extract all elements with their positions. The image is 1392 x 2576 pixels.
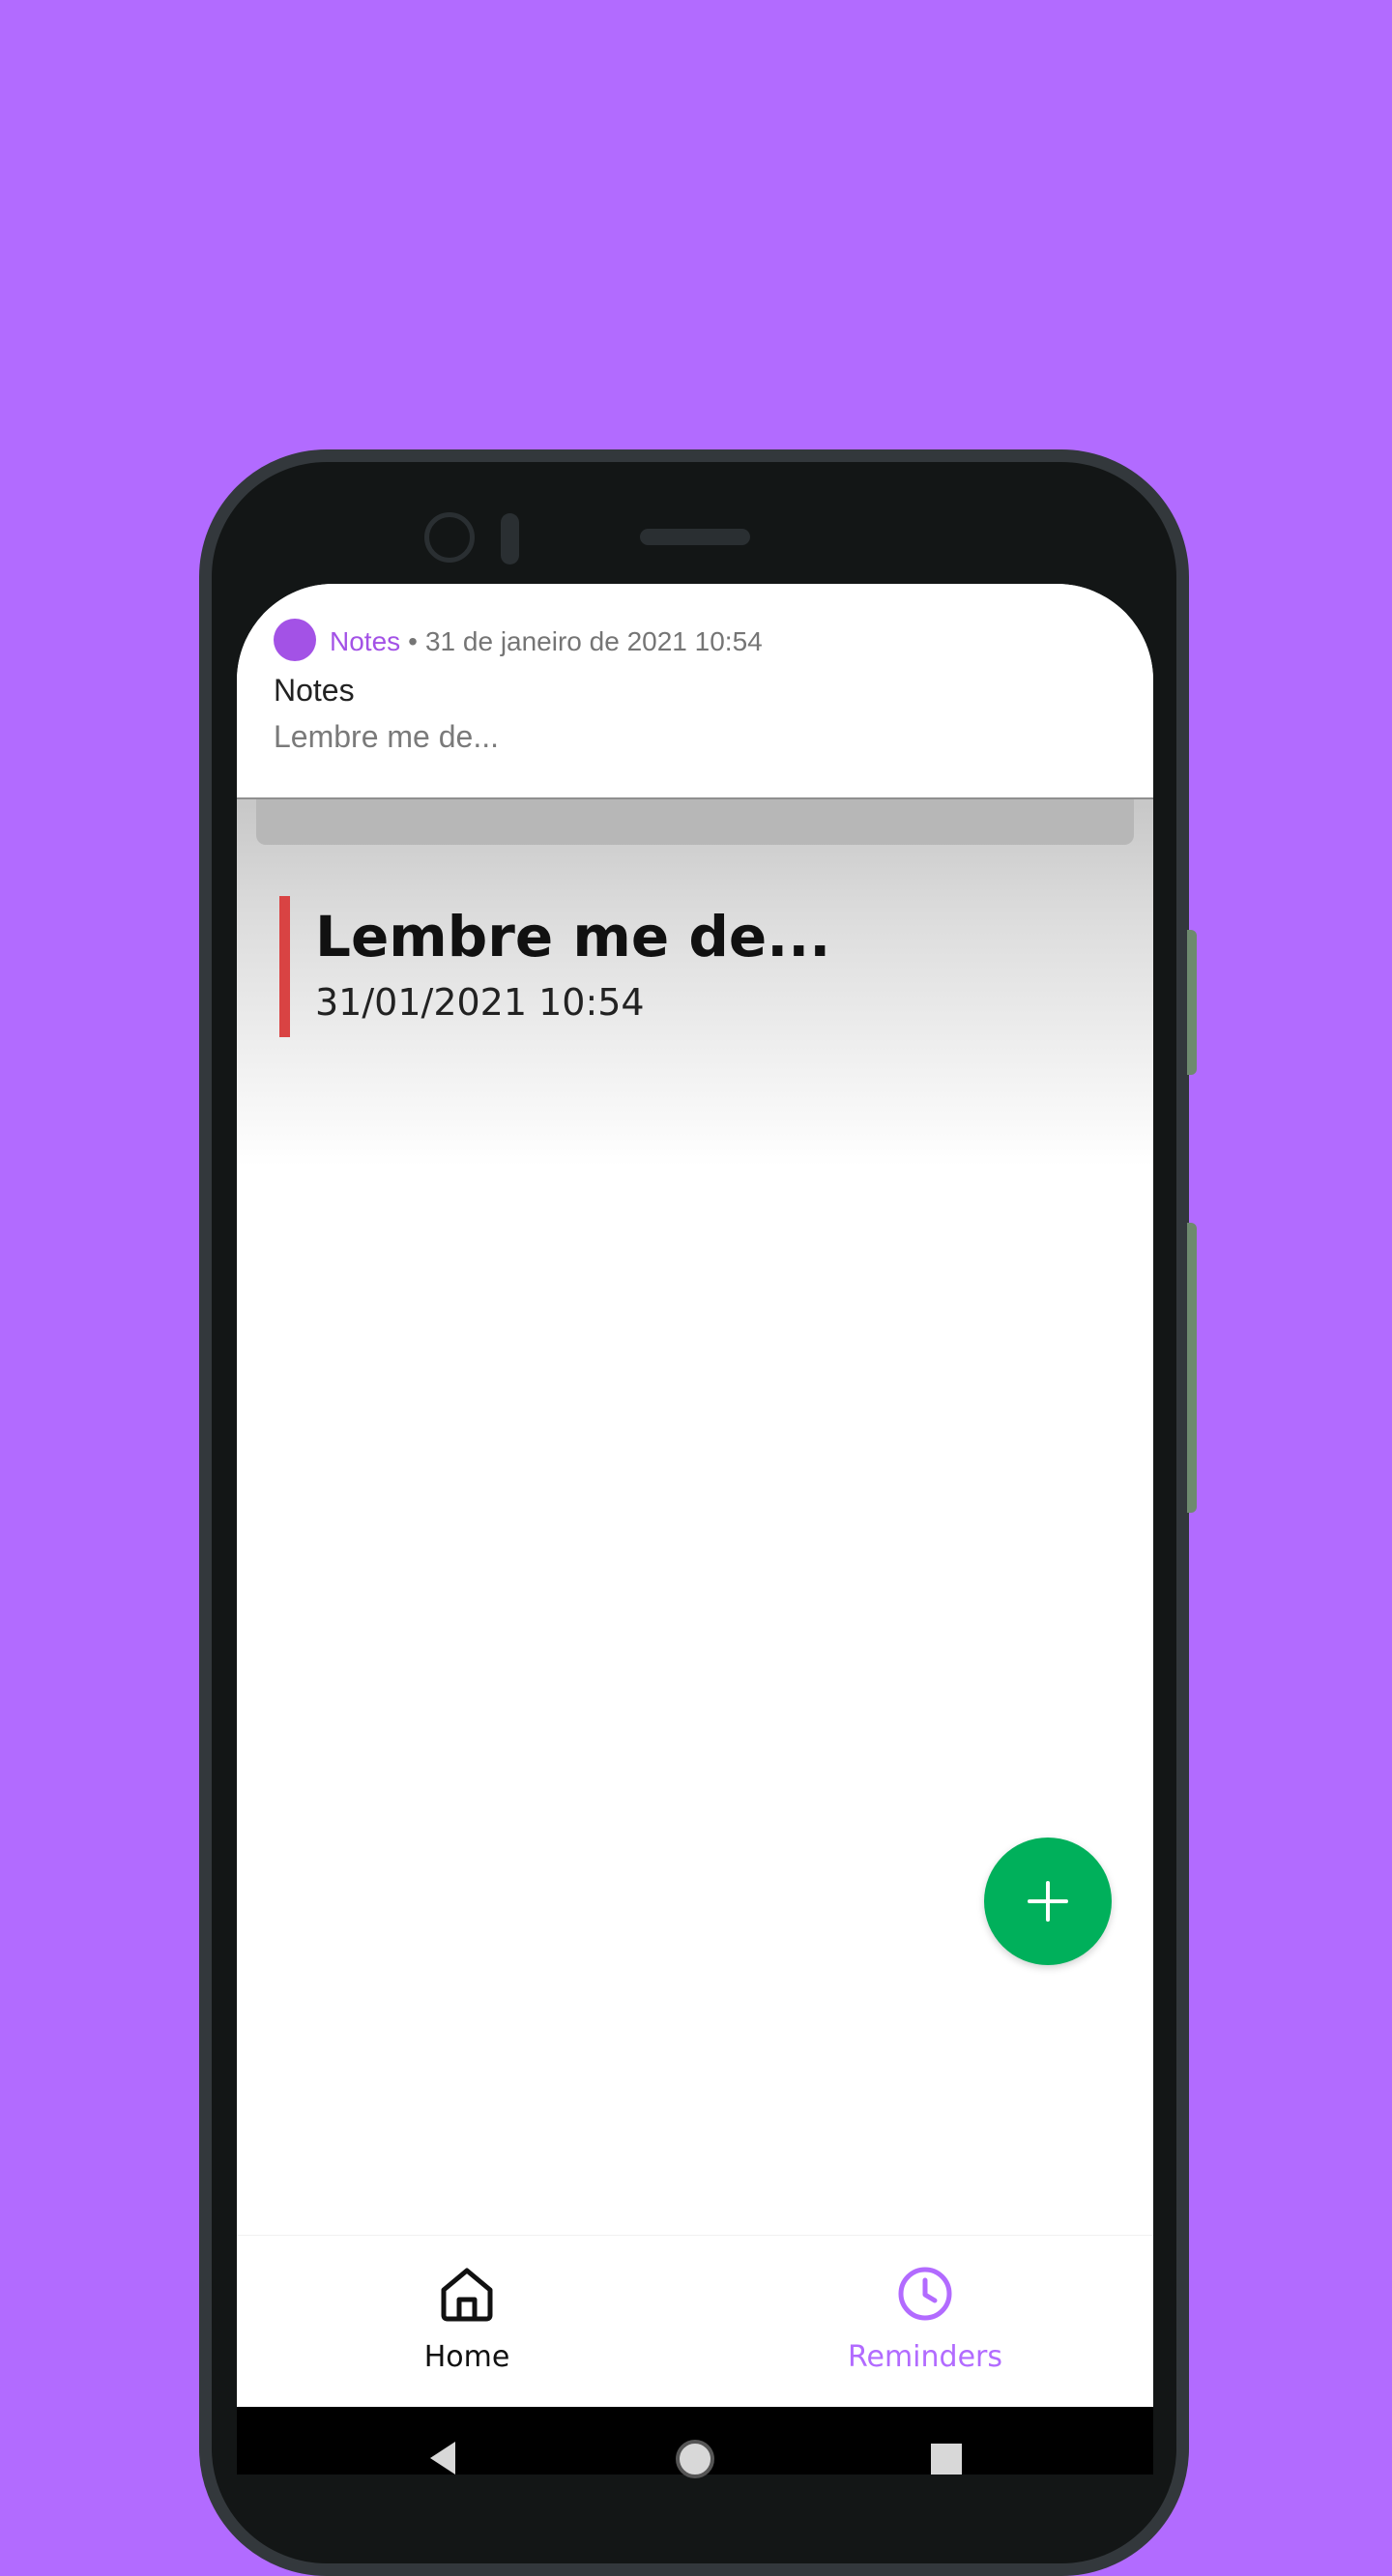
- volume-button: [1187, 930, 1197, 1075]
- recents-icon[interactable]: [931, 2444, 962, 2475]
- system-navigation-bar: [237, 2407, 1153, 2478]
- notification-title: Notes: [274, 673, 355, 708]
- plus-icon: [1028, 1881, 1068, 1922]
- note-title: Lembre me de...: [315, 904, 831, 970]
- note-color-indicator: [279, 896, 290, 1037]
- notification-timestamp: 31 de janeiro de 2021 10:54: [424, 626, 763, 656]
- note-item[interactable]: Lembre me de... 31/01/2021 10:54: [279, 896, 1053, 1037]
- notification-shade-edge: [256, 799, 1134, 845]
- home-icon: [441, 2268, 493, 2322]
- earpiece-speaker: [640, 529, 750, 545]
- clock-icon: [898, 2267, 952, 2321]
- nav-item-home[interactable]: Home: [322, 2236, 612, 2407]
- back-icon[interactable]: [426, 2442, 459, 2475]
- front-camera: [424, 512, 475, 563]
- add-note-button[interactable]: [984, 1838, 1112, 1965]
- notification-app-name: Notes: [330, 626, 401, 656]
- notification-text: Lembre me de...: [274, 719, 499, 754]
- notification-separator: •: [408, 626, 418, 656]
- notification-app-icon: [274, 619, 316, 661]
- note-date: 31/01/2021 10:54: [315, 981, 645, 1024]
- power-button: [1187, 1223, 1197, 1513]
- heads-up-notification[interactable]: Notes • 31 de janeiro de 2021 10:54 Notes …: [237, 584, 1153, 799]
- screen: Notes • 31 de janeiro de 2021 10:54 Notes …: [237, 584, 1153, 2407]
- nav-item-reminders[interactable]: Reminders: [780, 2236, 1070, 2407]
- bottom-navigation: Home Reminders: [237, 2235, 1153, 2407]
- proximity-sensor: [501, 513, 519, 564]
- home-circle-icon[interactable]: [674, 2438, 716, 2480]
- nav-label-reminders: Reminders: [848, 2340, 1002, 2374]
- nav-label-home: Home: [423, 2340, 510, 2374]
- notification-header: Notes • 31 de janeiro de 2021 10:54: [330, 622, 763, 661]
